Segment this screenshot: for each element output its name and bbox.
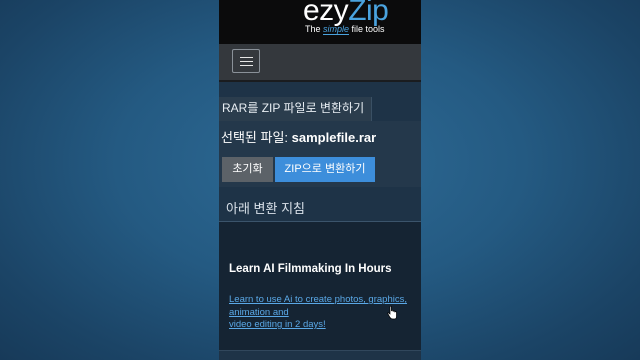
ad-banner: Learn AI Filmmaking In Hours Learn to us…: [219, 222, 421, 350]
instructions-heading: 아래 변환 지침: [226, 201, 305, 216]
app-viewport: ezyZip The simple file tools RAR를 ZIP 파일…: [219, 0, 421, 360]
bottom-divider: [219, 350, 421, 351]
page-title: RAR를 ZIP 파일로 변환하기: [222, 101, 365, 115]
hamburger-line: [240, 57, 253, 58]
site-header: ezyZip The simple file tools: [219, 0, 421, 44]
selected-file-prefix: 선택된 파일:: [221, 130, 292, 145]
page-title-tab: RAR를 ZIP 파일로 변환하기: [219, 97, 372, 121]
logo-ezy-text: ezy: [303, 0, 349, 27]
tagline-pre: The: [305, 24, 324, 34]
logo-zip-text: Zip: [348, 0, 389, 27]
logo-tagline: The simple file tools: [305, 24, 385, 35]
hamburger-menu-icon[interactable]: [232, 49, 260, 73]
hamburger-line: [240, 65, 253, 66]
reset-button[interactable]: 초기화: [222, 157, 273, 182]
hamburger-line: [240, 61, 253, 62]
ad-title[interactable]: Learn AI Filmmaking In Hours: [229, 262, 392, 276]
tagline-simple: simple: [323, 24, 350, 35]
tagline-post: file tools: [349, 24, 385, 34]
hand-pointer-cursor-icon: [387, 306, 397, 320]
selected-file-name: samplefile.rar: [291, 130, 377, 145]
selected-file-label: 선택된 파일: samplefile.rar: [221, 130, 376, 146]
navbar: [219, 44, 421, 82]
converter-card: 선택된 파일: samplefile.rar 초기화 ZIP으로 변환하기: [219, 121, 421, 187]
convert-to-zip-button[interactable]: ZIP으로 변환하기: [275, 157, 375, 182]
